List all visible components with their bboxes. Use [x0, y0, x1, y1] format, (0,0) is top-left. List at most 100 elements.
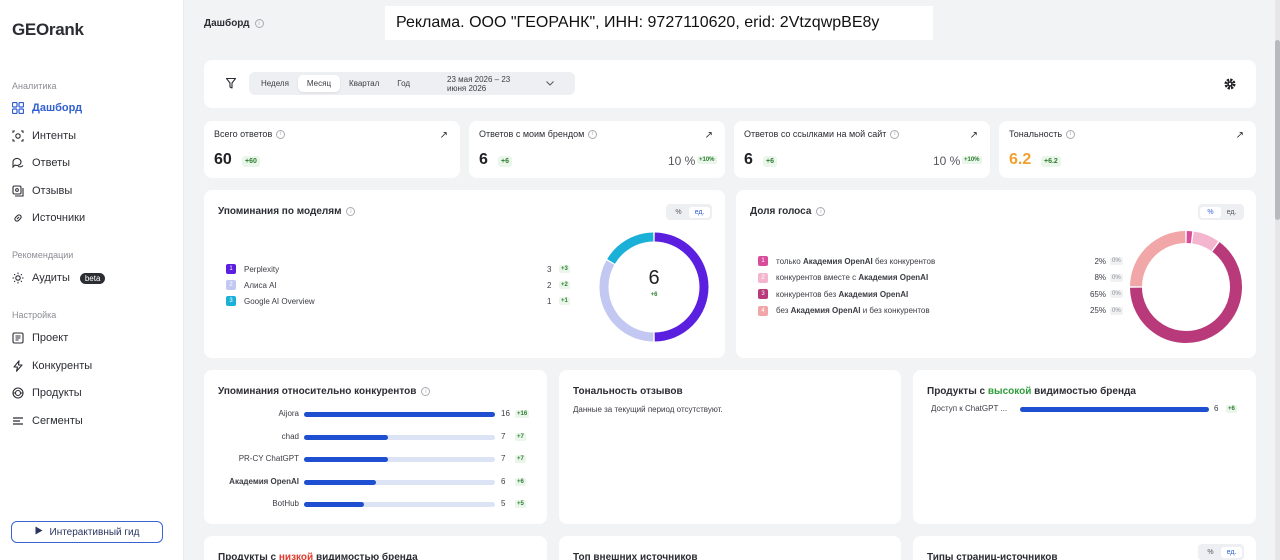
interactive-guide-button[interactable]: Интерактивный гид — [11, 521, 163, 543]
competitor-row[interactable]: Академия OpenAI 6 +6 — [204, 477, 547, 487]
arrow-up-right-icon[interactable]: ↗ — [440, 130, 448, 141]
kpi-total-answers[interactable]: Всего ответов i ↗ 60 +60 — [204, 121, 460, 178]
voice-legend-row[interactable]: 1 только Академия OpenAI без конкурентов 2… — [758, 256, 1123, 266]
period-year[interactable]: Год — [388, 75, 419, 92]
bar-track — [304, 502, 495, 507]
model-legend-row[interactable]: 3 Google AI Overview 1 +1 — [226, 296, 576, 306]
bar-track — [1020, 407, 1209, 412]
info-icon[interactable]: i — [276, 129, 286, 139]
gear-icon[interactable] — [1224, 78, 1236, 93]
info-icon[interactable]: i — [421, 387, 431, 396]
voice-legend-row[interactable]: 2 конкурентов вместе с Академия OpenAI 8% 0… — [758, 272, 1123, 283]
competitor-row[interactable]: BotHub 5 +5 — [204, 499, 547, 509]
sidebar-item-reviews[interactable]: Отзывы — [12, 185, 72, 197]
section-title-recommendations: Рекомендации — [12, 250, 74, 260]
sidebar-item-competitors[interactable]: Конкуренты — [12, 360, 92, 372]
sidebar-item-products[interactable]: Продукты — [12, 387, 82, 399]
title-part: видимостью бренда — [1034, 386, 1136, 397]
competitor-row[interactable]: PR-CY ChatGPT 7 +7 — [204, 454, 547, 464]
competitor-name: BotHub — [272, 499, 299, 508]
kpi-tonality[interactable]: Тональность i ↗ 6.2 +6.2 — [999, 121, 1256, 178]
info-icon[interactable]: i — [588, 129, 598, 139]
high-visibility-card: Продукты с высокой видимостью бренда Дос… — [913, 370, 1256, 524]
toggle-units[interactable]: ед. — [1221, 546, 1242, 558]
dashboard-icon — [12, 102, 24, 114]
donut-total: 6 — [648, 267, 660, 289]
info-icon[interactable]: i — [254, 19, 264, 28]
product-row[interactable]: Доступ к ChatGPT ... 6 +6 — [913, 404, 1256, 414]
arrow-up-right-icon[interactable]: ↗ — [970, 130, 978, 141]
scrollbar[interactable] — [1275, 0, 1280, 560]
info-icon[interactable]: i — [890, 129, 900, 139]
kpi-link-answers[interactable]: Ответов со ссылками на мой сайт i ↗ 6 +6 … — [734, 121, 990, 178]
sidebar-item-dashboard[interactable]: Дашборд — [12, 102, 82, 114]
model-legend-row[interactable]: 1 Perplexity 3 +3 — [226, 264, 576, 274]
toggle-units[interactable]: ед. — [689, 206, 710, 218]
voice-label: без Академия OpenAI и без конкурентов — [776, 306, 930, 315]
kpi-delta: +60 — [242, 156, 260, 167]
legend-number: 3 — [758, 289, 768, 299]
card-title: Продукты с высокой видимостью бренда — [927, 386, 1136, 397]
legend-number: 1 — [226, 264, 236, 274]
competitor-delta: +6 — [515, 477, 526, 486]
kpi-delta: +6 — [763, 156, 777, 167]
info-icon[interactable]: i — [1066, 129, 1076, 139]
period-week[interactable]: Неделя — [252, 75, 298, 92]
voice-legend-row[interactable]: 3 конкурентов без Академия OpenAI 65% 0% — [758, 289, 1123, 299]
kpi-value: 6.2 — [1009, 151, 1032, 168]
kpi-brand-answers[interactable]: Ответов с моим брендом i ↗ 6 +6 10 % +10% — [469, 121, 725, 178]
lightning-icon — [12, 360, 24, 372]
competitor-value: 6 — [501, 476, 506, 486]
scrollbar-thumb[interactable] — [1275, 40, 1280, 220]
competitor-row[interactable]: chad 7 +7 — [204, 432, 547, 442]
filter-icon[interactable] — [225, 77, 237, 92]
toggle-percent[interactable]: % — [1200, 206, 1221, 218]
sidebar-item-label: Конкуренты — [32, 360, 93, 372]
kpi-percent-delta: +10% — [697, 156, 717, 164]
model-delta: +1 — [559, 297, 570, 305]
competitor-name: Aijora — [278, 409, 299, 418]
sidebar-item-audits[interactable]: Аудиты beta — [12, 272, 106, 284]
arrow-up-right-icon[interactable]: ↗ — [705, 130, 713, 141]
label-part: конкурентов вместе с — [776, 273, 859, 282]
voice-percent: 2% — [1094, 256, 1106, 266]
donut-segment[interactable] — [1191, 231, 1219, 252]
card-title: Упоминания по моделям i — [218, 206, 356, 217]
product-name: Доступ к ChatGPT ... — [931, 404, 1008, 413]
kpi-percent: 10 % — [933, 154, 961, 168]
donut-segment[interactable] — [607, 232, 654, 264]
donut-segment[interactable] — [1130, 231, 1186, 287]
page-title-text: Дашборд — [204, 18, 250, 29]
title-part: видимостью бренда — [315, 552, 418, 560]
donut-segment[interactable] — [1130, 242, 1242, 343]
voice-change: 0% — [1110, 290, 1123, 298]
sidebar-item-label: Ответы — [32, 157, 71, 169]
voice-change: 0% — [1110, 257, 1123, 265]
period-quarter[interactable]: Квартал — [340, 75, 388, 92]
title-highlight: высокой — [987, 386, 1032, 397]
info-icon[interactable]: i — [346, 207, 356, 216]
arrow-up-right-icon[interactable]: ↗ — [1236, 130, 1244, 141]
toggle-percent[interactable]: % — [1200, 547, 1221, 558]
voice-label: конкурентов вместе с Академия OpenAI — [776, 273, 928, 282]
answers-icon — [12, 157, 24, 169]
kpi-value: 60 — [214, 151, 232, 168]
info-icon[interactable]: i — [816, 207, 826, 216]
sidebar-item-answers[interactable]: Ответы — [12, 157, 70, 169]
sidebar-item-label: Интенты — [32, 130, 77, 142]
sidebar-item-intents[interactable]: Интенты — [12, 130, 76, 142]
sidebar-item-label: Источники — [32, 212, 86, 224]
sidebar-item-sources[interactable]: Источники — [12, 212, 85, 224]
model-legend-row[interactable]: 2 Алиса AI 2 +2 — [226, 280, 576, 290]
competitor-row[interactable]: Aijora 16 +16 — [204, 409, 547, 419]
segments-icon — [12, 415, 24, 427]
sidebar-item-segments[interactable]: Сегменты — [12, 415, 83, 427]
period-month[interactable]: Месяц — [297, 75, 341, 92]
sidebar-item-project[interactable]: Проект — [12, 332, 68, 344]
voice-legend-row[interactable]: 4 без Академия OpenAI и без конкурентов 25… — [758, 305, 1123, 316]
page-types-card: Типы страниц-источников % ед. — [913, 536, 1256, 560]
model-value: 1 — [547, 296, 552, 306]
toggle-percent[interactable]: % — [668, 207, 689, 218]
toggle-units[interactable]: ед. — [1221, 207, 1242, 218]
date-range-dropdown[interactable]: 23 мая 2026 – 23 июня 2026 — [429, 67, 572, 101]
